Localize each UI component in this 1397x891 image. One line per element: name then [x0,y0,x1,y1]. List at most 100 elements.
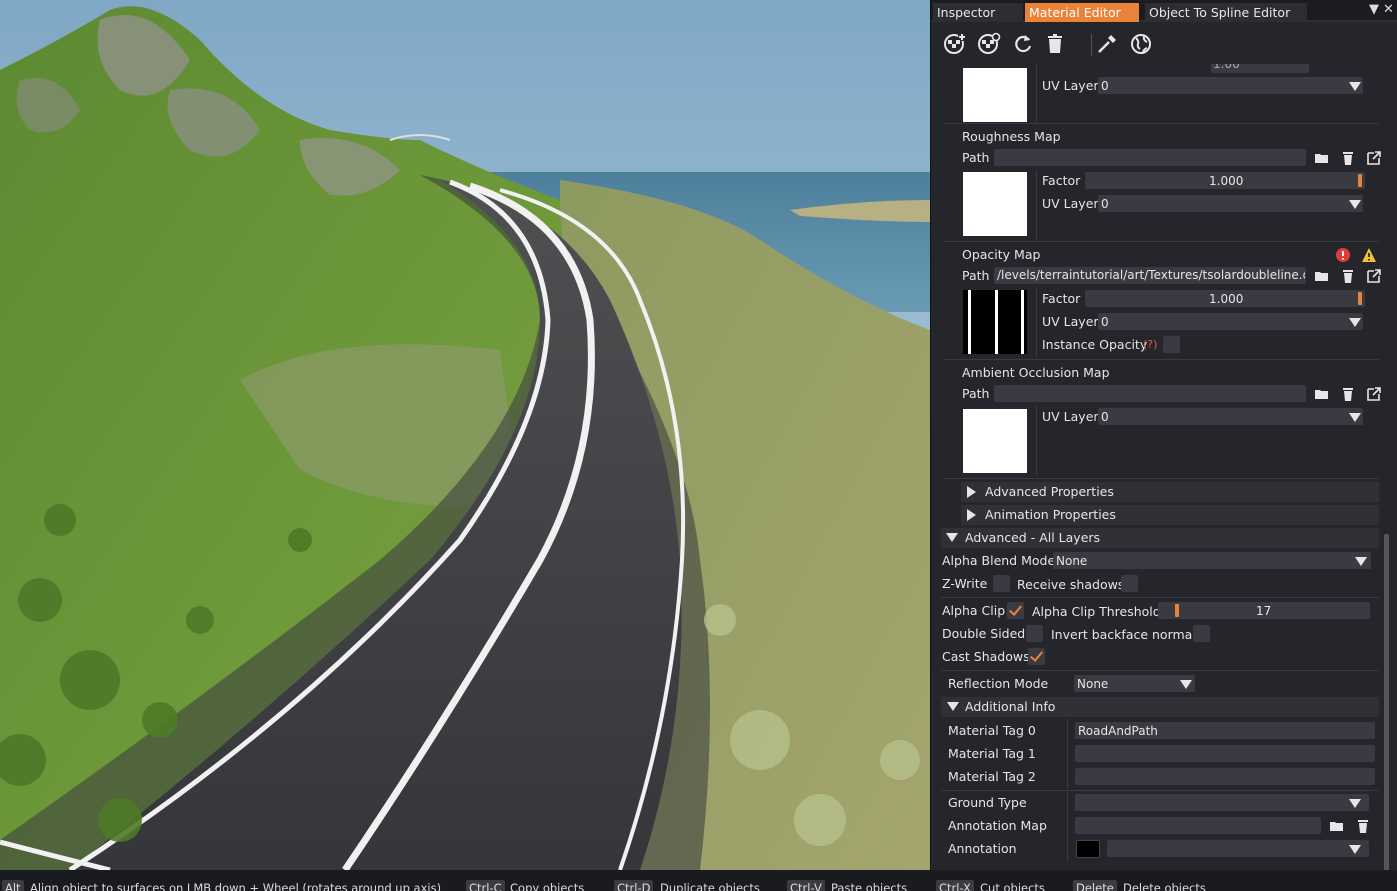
animation-properties-header[interactable]: Animation Properties [961,505,1379,525]
eyedropper-icon[interactable] [1095,32,1119,56]
advanced-all-layers-label: Advanced - All Layers [965,530,1101,545]
status-bar: Alt Align object to surfaces on LMB down… [0,870,1397,891]
scrollbar[interactable] [1384,534,1389,870]
chevron-down-icon [1349,82,1361,91]
section-divider [941,790,1379,791]
annotation-map-input[interactable] [1075,817,1321,834]
zwrite-checkbox[interactable] [993,575,1010,592]
roughness-path-label: Path [962,150,990,165]
annotation-label: Annotation [948,841,1017,856]
add-material-icon[interactable] [943,32,967,56]
3d-viewport[interactable] [0,0,930,870]
open-external-icon[interactable] [1366,268,1382,284]
open-folder-icon[interactable] [1329,818,1345,834]
roughness-factor-value: 1.000 [1209,174,1244,188]
additional-info-header[interactable]: Additional Info [941,697,1379,717]
instance-opacity-checkbox[interactable] [1163,336,1180,353]
chevron-down-icon [1180,680,1192,689]
help-marker[interactable]: (?) [1143,338,1157,351]
ground-type-dropdown[interactable] [1075,794,1369,811]
material-tag-2-input[interactable] [1075,768,1375,785]
ao-uv-dropdown[interactable] [1098,408,1363,425]
cast-shadows-checkbox[interactable] [1028,648,1045,665]
uv-layer-value: 0 [1101,79,1109,93]
annotation-dropdown[interactable] [1107,840,1369,857]
alpha-clip-checkbox[interactable] [1007,602,1024,619]
partial-field-value: 1.00 [1213,64,1240,71]
instance-opacity-label: Instance Opacity [1042,337,1148,352]
shortcut-key: Ctrl-V [787,880,825,891]
close-panel-icon[interactable]: ✕ [1383,2,1394,17]
alpha-blend-dropdown[interactable] [1053,552,1371,569]
opacity-uv-value: 0 [1101,315,1109,329]
slider-handle[interactable] [1358,174,1362,187]
section-divider [1036,406,1037,476]
advanced-properties-header[interactable]: Advanced Properties [961,482,1379,502]
tab-object-to-spline-editor[interactable]: Object To Spline Editor [1145,3,1307,22]
opacity-thumbnail[interactable] [963,290,1027,354]
material-tag-1-label: Material Tag 1 [948,746,1036,761]
double-sided-checkbox[interactable] [1026,625,1043,642]
material-properties-scroll[interactable]: 1.00 UV Layer 0 Roughness Map Path Facto… [931,64,1391,870]
alpha-clip-threshold-value: 17 [1256,604,1272,618]
open-folder-icon[interactable] [1314,268,1330,284]
shortcut-key: Alt [2,880,24,891]
delete-icon[interactable] [1043,32,1067,56]
receive-shadows-checkbox[interactable] [1121,575,1138,592]
material-toolbar [931,24,1397,64]
ao-thumbnail[interactable] [963,409,1027,473]
roughness-path-input[interactable] [994,149,1306,166]
section-divider [943,478,1379,479]
reflection-mode-value: None [1077,677,1109,691]
shortcut-hint: Copy objects [510,881,585,891]
tab-bar: Inspector Material Editor Object To Spli… [931,0,1397,22]
tab-inspector[interactable]: Inspector [933,3,1023,22]
tab-material-editor[interactable]: Material Editor [1025,3,1139,22]
ao-path-input[interactable] [994,385,1306,402]
refresh-icon[interactable] [1011,32,1035,56]
advanced-all-layers-header[interactable]: Advanced - All Layers [941,528,1379,548]
roughness-uv-dropdown[interactable] [1098,195,1363,212]
open-external-icon[interactable] [1366,386,1382,402]
roughness-uv-value: 0 [1101,197,1109,211]
open-folder-icon[interactable] [1314,150,1330,166]
material-tag-1-input[interactable] [1075,745,1375,762]
opacity-path-label: Path [962,268,990,283]
open-folder-icon[interactable] [1314,386,1330,402]
section-divider [943,123,1379,124]
open-external-icon[interactable] [1366,150,1382,166]
shortcut-hint: Align object to surfaces on LMB down + W… [30,881,442,891]
opacity-map-title: Opacity Map [962,247,1041,262]
ao-map-title: Ambient Occlusion Map [962,365,1110,380]
reflection-mode-label: Reflection Mode [948,676,1049,691]
tab-menu-chevron-icon[interactable]: ▼ [1369,2,1379,17]
clear-texture-icon[interactable] [1340,150,1356,166]
animation-properties-label: Animation Properties [985,507,1116,522]
section-divider [1067,719,1068,789]
roughness-thumbnail[interactable] [963,172,1027,236]
globe-icon[interactable] [1129,32,1153,56]
material-settings-icon[interactable] [977,32,1001,56]
uv-layer-label: UV Layer [1042,78,1099,93]
chevron-down-icon [1349,799,1361,808]
chevron-down-icon [1349,318,1361,327]
invert-backface-checkbox[interactable] [1193,625,1210,642]
section-divider [1036,64,1037,124]
uv-layer-dropdown[interactable] [1098,77,1363,94]
slider-handle[interactable] [1358,292,1362,305]
annotation-color-swatch[interactable] [1076,840,1100,858]
chevron-down-icon [1355,557,1367,566]
annotation-map-label: Annotation Map [948,818,1047,833]
clear-texture-icon[interactable] [1340,386,1356,402]
texture-thumbnail[interactable] [963,68,1027,122]
material-tag-0-label: Material Tag 0 [948,723,1036,738]
clear-texture-icon[interactable] [1355,818,1371,834]
opacity-uv-dropdown[interactable] [1098,313,1363,330]
slider-handle[interactable] [1175,604,1180,617]
alpha-blend-value: None [1056,554,1088,568]
clear-texture-icon[interactable] [1340,268,1356,284]
shortcut-key: Ctrl-X [936,880,974,891]
invert-backface-label: Invert backface normals [1051,627,1203,642]
ao-uv-value: 0 [1101,410,1109,424]
shortcut-key: Ctrl-C [466,880,505,891]
